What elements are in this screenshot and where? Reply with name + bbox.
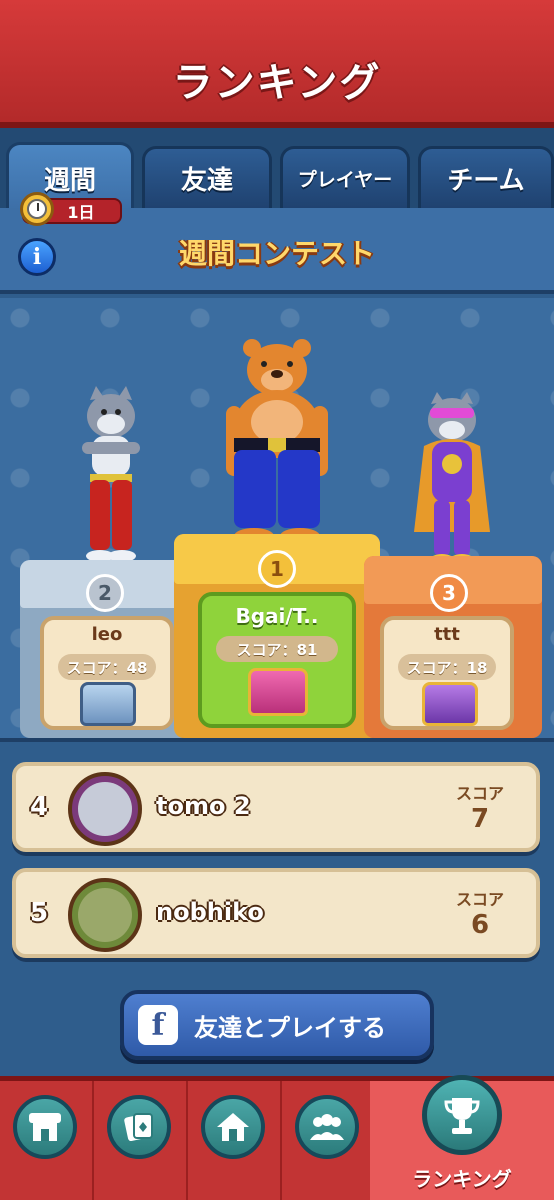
play-with-friends-button[interactable]: f 友達とプレイする [120,990,434,1060]
score-label: スコア [455,784,504,803]
ranking-screen: ランキング 週間 友達 プレイヤー チーム i 週間コンテスト 1日 2 leo… [0,0,554,1200]
list-item[interactable]: 5 nobhiko スコア 6 [12,868,540,958]
trophy-icon [422,1075,502,1155]
player-name: nobhiko [156,898,264,926]
cat-character-2nd [82,386,140,562]
player-score: スコア：48 [58,654,156,680]
bear-character-1st [226,339,328,544]
shop-icon [13,1095,77,1159]
score-label: スコア [455,890,504,909]
avatar [68,772,142,846]
tab-team[interactable]: チーム [418,146,554,208]
home-icon [201,1095,265,1159]
medal-icon-3rd: 3 [430,574,468,612]
facebook-icon: f [138,1005,178,1045]
rank-number: 4 [30,792,49,822]
avatar [68,878,142,952]
hero-cat-character-3rd [414,392,490,566]
nav-ranking[interactable]: ランキング [370,1075,554,1200]
player-score: スコア：18 [398,654,496,680]
header: ランキング [0,0,554,128]
team-icon [295,1095,359,1159]
rank-number: 5 [30,898,49,928]
score-value: 6 [470,910,490,940]
treasure-chest-icon [80,682,136,726]
nav-home[interactable] [188,1095,278,1200]
list-item[interactable]: 4 tomo 2 スコア 7 [12,762,540,852]
page-title: ランキング [172,60,382,106]
treasure-chest-icon [248,668,308,716]
stopwatch-icon [20,192,54,226]
podium-card-1st[interactable]: Bgai/T.. スコア：81 [198,592,356,728]
nav-cards[interactable] [94,1095,184,1200]
player-name: ttt [434,624,460,645]
tab-friends[interactable]: 友達 [142,146,272,208]
cards-icon [107,1095,171,1159]
player-score: スコア：81 [216,636,338,662]
score-value: 7 [470,804,490,834]
nav-ranking-label: ランキング [412,1167,512,1191]
podium-card-3rd[interactable]: ttt スコア：18 [380,616,514,730]
podium-card-2nd[interactable]: leo スコア：48 [40,616,174,730]
nav-team[interactable] [282,1095,372,1200]
nav-shop[interactable] [0,1095,90,1200]
player-name: Bgai/T.. [235,604,319,628]
play-with-friends-label: 友達とプレイする [194,1013,386,1042]
bottom-nav: ランキング [0,1075,554,1200]
contest-title: 週間コンテスト [178,237,375,270]
medal-icon-1st: 1 [258,550,296,588]
tab-bar: 週間 友達 プレイヤー チーム [0,128,554,212]
player-name: leo [91,624,123,645]
treasure-chest-icon [422,682,478,726]
podium-stage: 2 leo スコア：48 1 Bgai/T.. スコア：81 3 ttt スコア… [0,298,554,738]
player-name: tomo 2 [156,792,251,820]
tab-players[interactable]: プレイヤー [280,146,410,208]
medal-icon-2nd: 2 [86,574,124,612]
